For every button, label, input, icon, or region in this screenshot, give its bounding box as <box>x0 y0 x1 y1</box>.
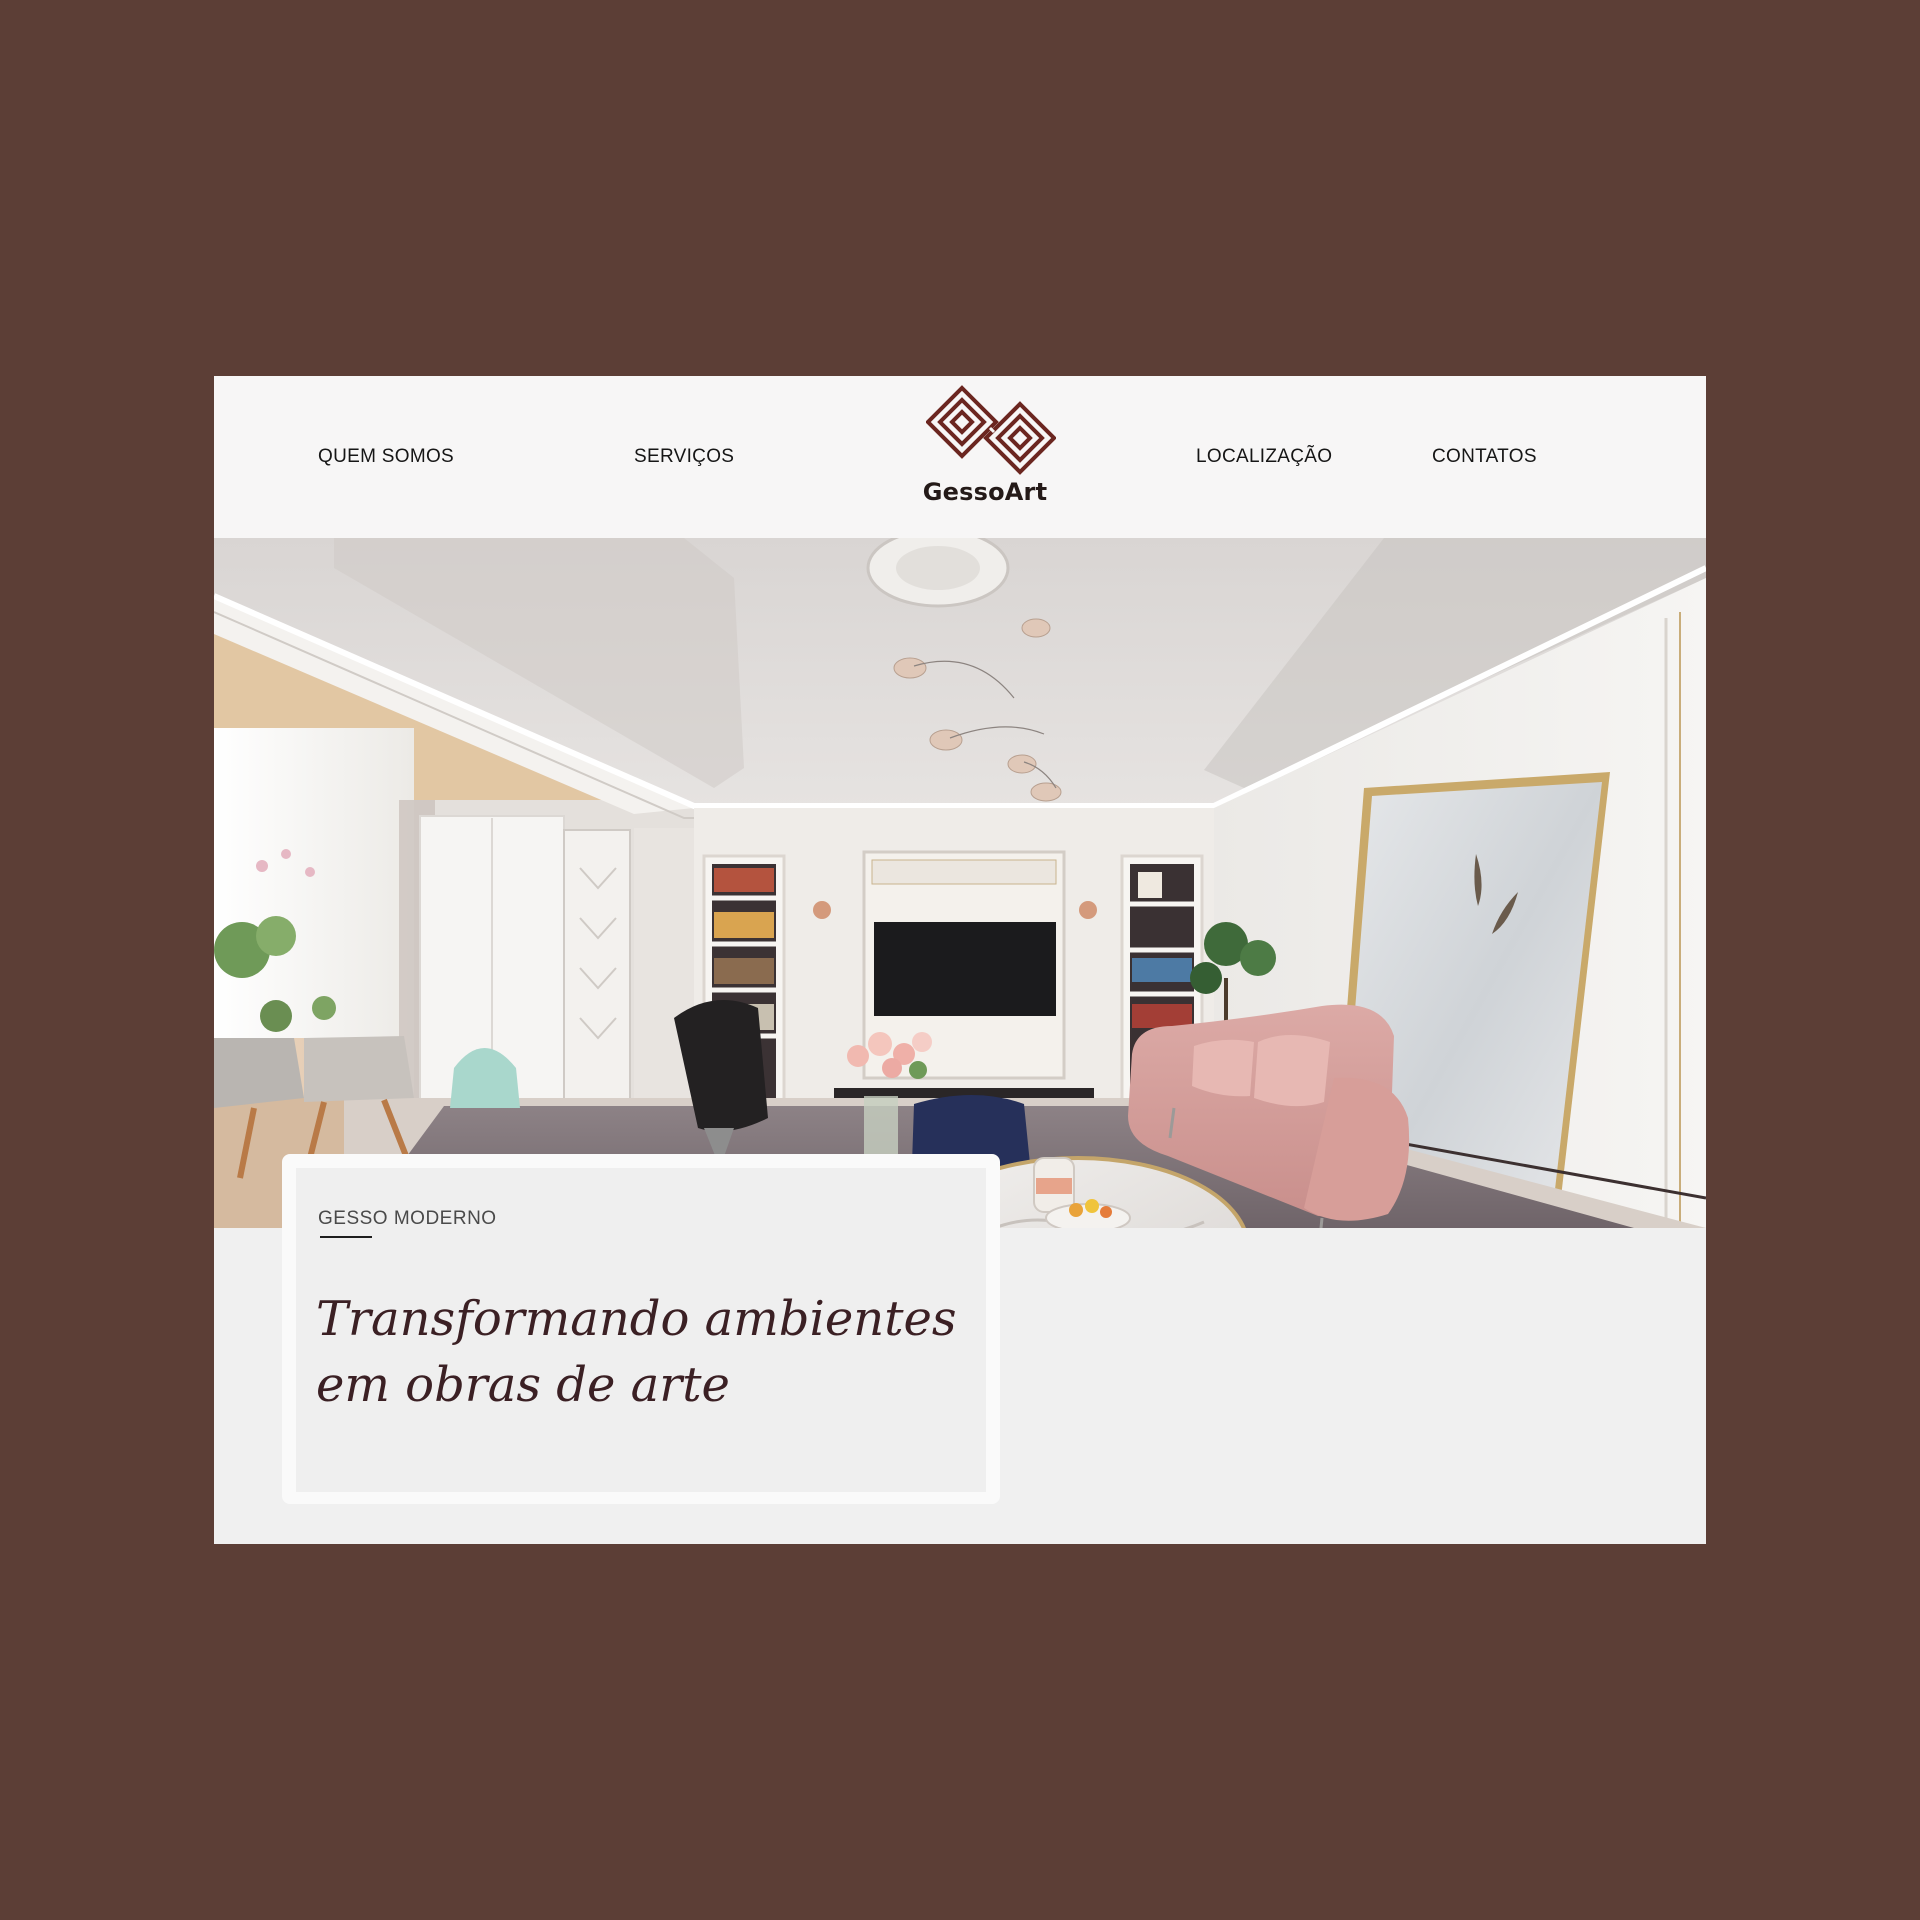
hero-title: Transformando ambientes em obras de arte <box>316 1291 957 1413</box>
nav-link-contatos[interactable]: CONTATOS <box>1432 442 1537 472</box>
nav-link-localizacao[interactable]: LOCALIZAÇÃO <box>1196 442 1332 472</box>
logo-wordmark: GessoArt <box>922 478 1048 506</box>
nav-link-quem-somos[interactable]: QUEM SOMOS <box>318 442 454 472</box>
living-room-interior-photo <box>214 538 1706 1228</box>
interlocked-diamond-logo-icon <box>926 385 1056 475</box>
kicker-underline <box>320 1236 372 1238</box>
nav-link-servicos[interactable]: SERVIÇOS <box>634 442 734 472</box>
hero-kicker: GESSO MODERNO <box>318 1208 497 1229</box>
website-frame: QUEM SOMOS SERVIÇOS GessoArt LOCALIZAÇÃO… <box>214 376 1706 1544</box>
hero-image <box>214 538 1706 1228</box>
gessoart-logo[interactable]: GessoArt <box>914 382 1070 508</box>
hero-text-card: GESSO MODERNO Transformando ambientes em… <box>296 1168 986 1492</box>
site-header: QUEM SOMOS SERVIÇOS GessoArt LOCALIZAÇÃO… <box>214 376 1706 538</box>
